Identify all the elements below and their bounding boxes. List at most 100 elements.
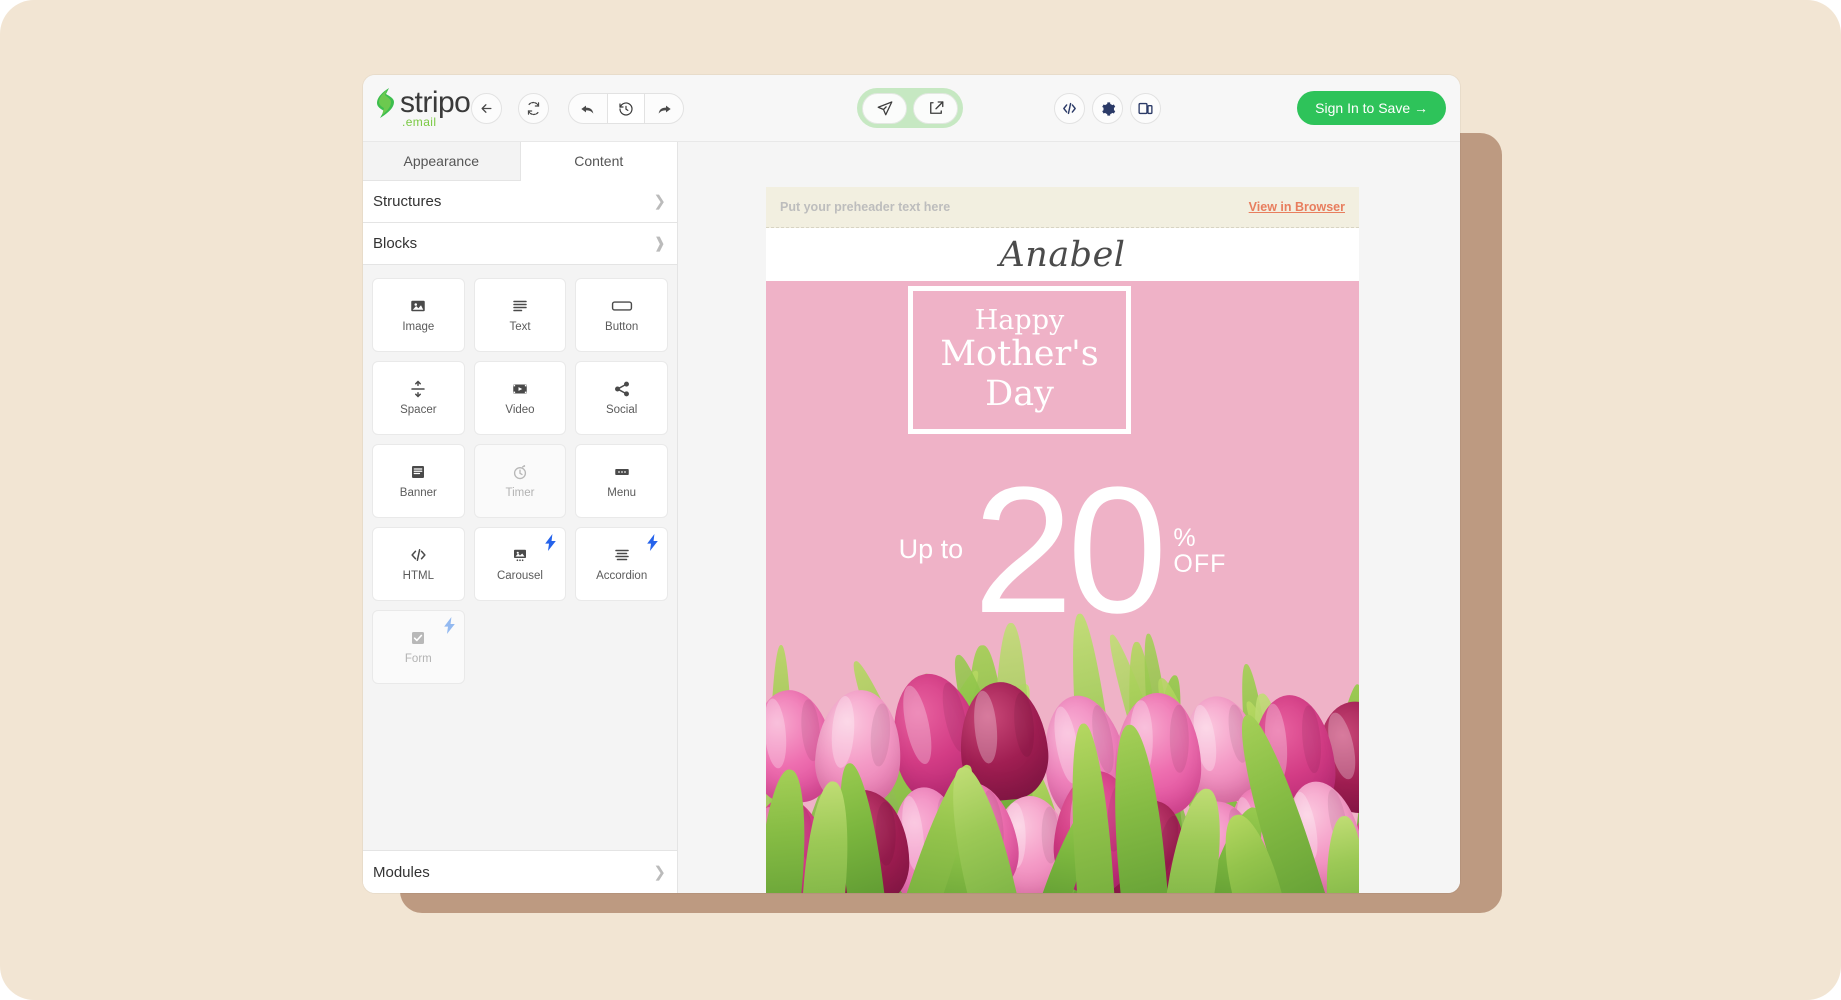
blocks-panel: Image Text Button Spacer Video Social Banner Ti… [363, 265, 677, 851]
sign-in-to-save-button[interactable]: Sign In to Save → [1297, 91, 1446, 125]
block-label: Button [605, 321, 638, 333]
block-label: Timer [506, 487, 535, 499]
hero-banner[interactable]: Happy Mother's Day Up to 20 % OFF [766, 281, 1359, 893]
block-label: Text [509, 321, 530, 333]
view-in-browser-link[interactable]: View in Browser [1249, 200, 1345, 214]
block-label: Carousel [497, 570, 543, 582]
section-blocks-label: Blocks [373, 235, 417, 252]
preheader-placeholder[interactable]: Put your preheader text here [780, 200, 950, 214]
chevron-right-icon: ❯ [653, 865, 666, 880]
text-lines-icon [511, 297, 529, 315]
checkbox-icon [409, 629, 427, 647]
block-label: Banner [400, 487, 437, 499]
section-structures-label: Structures [373, 193, 441, 210]
stripo-logo[interactable]: stripo .email [375, 87, 470, 119]
preheader-row[interactable]: Put your preheader text here View in Bro… [766, 187, 1359, 228]
hero-line-1: Happy [975, 307, 1064, 335]
block-card-social[interactable]: Social [575, 361, 668, 435]
undo-button[interactable] [569, 94, 607, 123]
gear-icon [1100, 101, 1116, 117]
image-icon [409, 297, 427, 315]
share-nodes-icon [613, 380, 631, 398]
section-blocks[interactable]: Blocks ❱ [363, 223, 677, 265]
code-icon [409, 546, 428, 564]
block-label: Form [405, 653, 432, 665]
back-button[interactable] [471, 93, 502, 124]
brand-name: Anabel [1000, 235, 1126, 275]
device-preview-icon [1137, 100, 1154, 117]
block-card-image[interactable]: Image [372, 278, 465, 352]
device-preview-button[interactable] [1130, 93, 1161, 124]
send-button-group [857, 88, 963, 128]
block-label: Video [505, 404, 534, 416]
redo-button[interactable] [645, 94, 683, 123]
mothers-day-frame: Happy Mother's Day [908, 286, 1131, 434]
history-clock-icon [618, 101, 634, 117]
history-button-group [568, 93, 684, 124]
button-icon [611, 297, 633, 315]
arrow-left-icon [479, 101, 494, 116]
block-label: Social [606, 404, 637, 416]
refresh-icon [526, 101, 541, 116]
offer-upto: Up to [899, 534, 964, 565]
block-label: Menu [607, 487, 636, 499]
email-canvas[interactable]: Put your preheader text here View in Bro… [678, 142, 1460, 893]
spacer-icon [409, 380, 427, 398]
carousel-icon [511, 546, 529, 564]
redo-icon [656, 101, 672, 117]
email-preview[interactable]: Put your preheader text here View in Bro… [766, 187, 1359, 893]
premium-bolt-icon [544, 534, 557, 556]
code-brackets-icon [1061, 100, 1078, 117]
block-card-button[interactable]: Button [575, 278, 668, 352]
export-button[interactable] [913, 93, 958, 124]
block-label: Spacer [400, 404, 436, 416]
block-card-timer: Timer [474, 444, 567, 518]
stripo-logo-mark [375, 87, 397, 119]
block-card-carousel[interactable]: Carousel [474, 527, 567, 601]
block-card-form: Form [372, 610, 465, 684]
view-mode-group [1054, 93, 1161, 124]
block-card-menu[interactable]: Menu [575, 444, 668, 518]
send-test-button[interactable] [862, 93, 907, 124]
logo-tld: .email [402, 115, 436, 129]
stripo-app-window: stripo .email [363, 75, 1460, 893]
banner-icon [409, 463, 427, 481]
chevron-down-icon: ❱ [653, 236, 666, 251]
block-card-text[interactable]: Text [474, 278, 567, 352]
section-structures[interactable]: Structures ❯ [363, 181, 677, 223]
hero-line-3: Day [985, 375, 1054, 414]
block-card-spacer[interactable]: Spacer [372, 361, 465, 435]
share-export-icon [927, 99, 945, 117]
content-side-panel: Appearance Content Structures ❯ Blocks ❱… [363, 142, 678, 893]
block-label: HTML [403, 570, 434, 582]
brand-logo-row[interactable]: Anabel [766, 228, 1359, 281]
tab-content[interactable]: Content [521, 142, 678, 181]
blocks-grid: Image Text Button Spacer Video Social Banner Ti… [372, 278, 668, 684]
paper-plane-icon [876, 99, 894, 117]
menu-icon [613, 463, 631, 481]
block-card-html[interactable]: HTML [372, 527, 465, 601]
block-card-accordion[interactable]: Accordion [575, 527, 668, 601]
refresh-button[interactable] [518, 93, 549, 124]
app-body: Appearance Content Structures ❯ Blocks ❱… [363, 142, 1460, 893]
block-label: Accordion [596, 570, 647, 582]
chevron-right-icon: ❯ [653, 194, 666, 209]
block-card-video[interactable]: Video [474, 361, 567, 435]
undo-icon [580, 101, 596, 117]
tab-appearance[interactable]: Appearance [363, 142, 521, 181]
section-modules[interactable]: Modules ❯ [363, 851, 677, 893]
offer-percent-sign: % [1173, 525, 1226, 551]
tulips-photo [766, 567, 1359, 893]
premium-bolt-icon [443, 617, 456, 639]
video-icon [511, 380, 529, 398]
block-label: Image [402, 321, 434, 333]
settings-button[interactable] [1092, 93, 1123, 124]
history-button[interactable] [607, 94, 645, 123]
hero-line-2: Mother's [940, 335, 1099, 374]
block-card-banner[interactable]: Banner [372, 444, 465, 518]
panel-tabs: Appearance Content [363, 142, 677, 181]
page-background: stripo .email [0, 0, 1841, 1000]
premium-bolt-icon [646, 534, 659, 556]
code-view-button[interactable] [1054, 93, 1085, 124]
timer-icon [511, 463, 529, 481]
